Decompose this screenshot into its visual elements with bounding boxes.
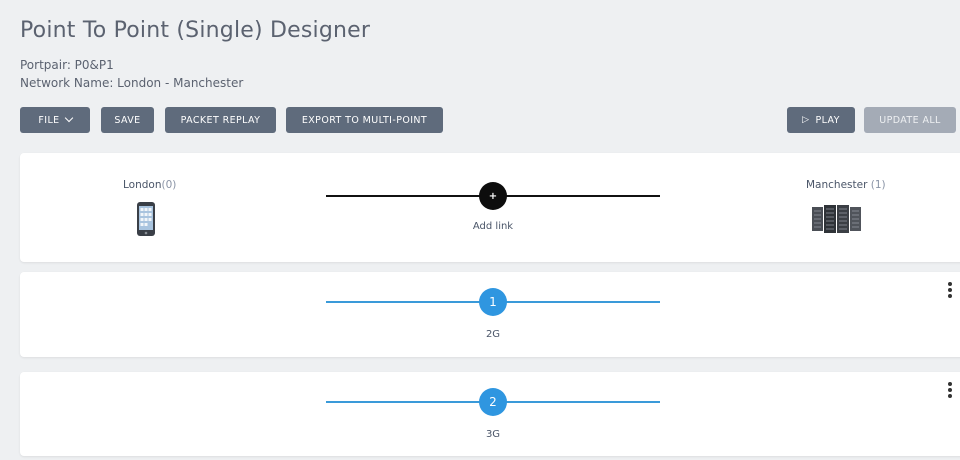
- mobile-phone-icon[interactable]: [136, 201, 156, 241]
- add-link-label: Add link: [472, 221, 514, 232]
- endpoints-card: London(0) + Add link Manchester (1): [20, 153, 960, 262]
- link-number-badge[interactable]: 1: [479, 288, 507, 316]
- link-number-badge[interactable]: 2: [479, 388, 507, 416]
- more-options-icon[interactable]: [948, 382, 952, 398]
- right-endpoint-count: (1): [870, 179, 886, 191]
- save-button[interactable]: SAVE: [101, 107, 154, 133]
- portpair-text: Portpair: P0&P1: [20, 58, 114, 72]
- server-rack-icon[interactable]: [812, 204, 862, 238]
- more-options-icon[interactable]: [948, 282, 952, 298]
- network-name-text: Network Name: London - Manchester: [20, 76, 244, 90]
- right-endpoint-name: Manchester: [806, 179, 868, 191]
- link-card: 2 3G: [20, 372, 960, 456]
- play-button[interactable]: ▷ PLAY: [787, 107, 855, 133]
- update-all-button[interactable]: UPDATE ALL: [864, 107, 956, 133]
- file-button-label: FILE: [38, 114, 60, 126]
- link-type-label: 2G: [485, 329, 501, 340]
- page-title: Point To Point (Single) Designer: [20, 18, 371, 43]
- link-type-label: 3G: [485, 429, 501, 440]
- packet-replay-button[interactable]: PACKET REPLAY: [165, 107, 276, 133]
- file-menu-button[interactable]: FILE: [20, 107, 90, 133]
- add-link-button[interactable]: +: [479, 182, 507, 210]
- left-endpoint-label: London(0): [123, 179, 176, 191]
- right-endpoint-label: Manchester (1): [806, 179, 886, 191]
- play-button-label: PLAY: [815, 114, 840, 126]
- export-to-multi-point-button[interactable]: EXPORT TO MULTI-POINT: [286, 107, 443, 133]
- link-card: 1 2G: [20, 272, 960, 357]
- left-endpoint-count: (0): [161, 179, 177, 191]
- left-endpoint-name: London: [123, 179, 162, 191]
- play-icon: ▷: [802, 115, 810, 125]
- chevron-down-icon: [64, 113, 73, 123]
